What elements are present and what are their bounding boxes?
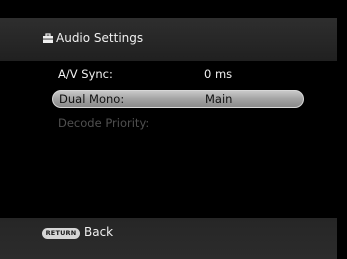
setting-value: Main: [205, 92, 233, 106]
setting-label: A/V Sync:: [58, 67, 113, 81]
setting-row-av-sync[interactable]: A/V Sync: 0 ms: [52, 65, 304, 83]
settings-panel: [0, 61, 337, 218]
setting-value: 0 ms: [204, 67, 233, 81]
setting-row-decode-priority: Decode Priority:: [52, 114, 304, 132]
setting-label: Decode Priority:: [58, 116, 150, 130]
back-label[interactable]: Back: [84, 225, 113, 239]
return-button-icon[interactable]: RETURN: [42, 228, 80, 239]
page-title: Audio Settings: [42, 31, 143, 45]
setting-label: Dual Mono:: [59, 92, 125, 106]
page-title-text: Audio Settings: [56, 31, 144, 45]
audio-settings-screen: Audio Settings A/V Sync: 0 ms Dual Mono:…: [0, 0, 347, 259]
setting-row-dual-mono[interactable]: Dual Mono: Main: [52, 90, 304, 108]
toolbox-icon: [43, 33, 53, 43]
